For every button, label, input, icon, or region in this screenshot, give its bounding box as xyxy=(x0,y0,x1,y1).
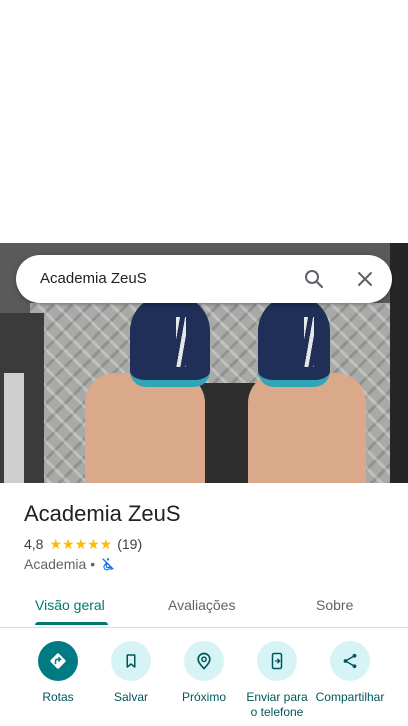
tab-reviews[interactable]: Avaliações xyxy=(168,596,235,614)
directions-label: Rotas xyxy=(42,690,74,704)
rating-row[interactable]: 4,8 ★★★★★ (19) xyxy=(24,535,142,553)
share-icon[interactable] xyxy=(330,641,370,681)
tab-indicator xyxy=(35,622,108,625)
leg-left xyxy=(85,373,205,483)
rating-value: 4,8 xyxy=(24,536,44,552)
directions-icon[interactable] xyxy=(38,641,78,681)
close-icon[interactable] xyxy=(353,267,377,291)
directions-button[interactable]: Rotas xyxy=(23,640,93,705)
review-count[interactable]: (19) xyxy=(117,536,142,552)
place-category[interactable]: Academia xyxy=(24,556,86,572)
send-to-phone-label: Enviar para o telefone xyxy=(246,690,308,719)
meta-row: Academia • xyxy=(24,555,115,573)
nearby-icon[interactable] xyxy=(184,641,224,681)
nearby-button[interactable]: Próximo xyxy=(169,640,239,705)
save-label: Salvar xyxy=(113,690,148,704)
wheelchair-not-accessible-icon xyxy=(101,557,115,571)
share-label: Compartilhar xyxy=(315,690,385,704)
leg-right xyxy=(248,373,366,483)
tab-overview[interactable]: Visão geral xyxy=(35,596,105,614)
send-to-phone-icon[interactable] xyxy=(257,641,297,681)
tab-about[interactable]: Sobre xyxy=(316,596,353,614)
machine-bar xyxy=(4,373,24,483)
meta-separator: • xyxy=(90,556,96,572)
search-bar[interactable]: Academia ZeuS xyxy=(16,255,392,303)
share-button[interactable]: Compartilhar xyxy=(314,640,386,705)
machine-frame-right xyxy=(390,243,408,483)
action-bar: Rotas Salvar Próximo Enviar para o telef… xyxy=(0,640,408,726)
rating-stars: ★★★★★ xyxy=(49,535,113,552)
bookmark-icon[interactable] xyxy=(111,641,151,681)
send-to-phone-button[interactable]: Enviar para o telefone xyxy=(242,640,312,720)
tab-bar: Visão geral Avaliações Sobre xyxy=(0,588,408,628)
search-query[interactable]: Academia ZeuS xyxy=(40,269,147,289)
nearby-label: Próximo xyxy=(181,690,226,704)
place-title: Academia ZeuS xyxy=(24,501,181,526)
save-button[interactable]: Salvar xyxy=(96,640,166,705)
shoe-right xyxy=(258,295,330,387)
shoe-left xyxy=(130,295,210,387)
search-icon[interactable] xyxy=(302,267,326,291)
